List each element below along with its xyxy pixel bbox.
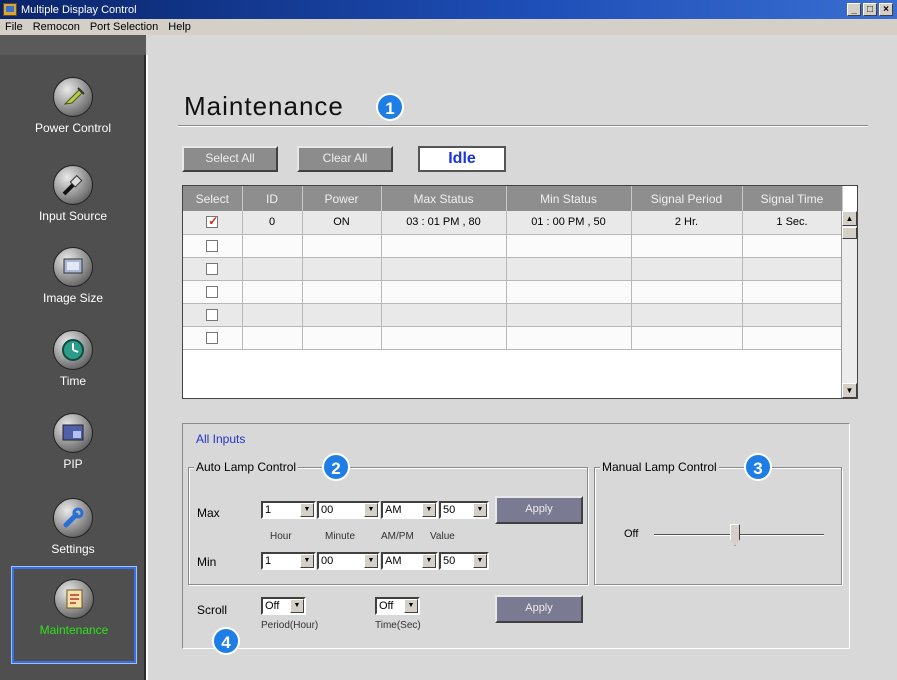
max-label: Max [197,506,220,520]
badge-1: 1 [376,93,404,121]
all-inputs-label: All Inputs [196,432,246,446]
min-minute-select[interactable]: 00 ▼ [317,552,380,570]
sidebar: Power Control Input Source Image Size Ti… [0,55,146,680]
col-select[interactable]: Select [183,186,243,211]
app-icon [3,3,17,16]
min-label: Min [197,555,217,569]
row-checkbox[interactable] [206,285,219,298]
col-id[interactable]: ID [242,186,303,211]
sidebar-item-pip[interactable]: PIP [0,413,146,471]
title-bar: Multiple Display Control _ □ × [0,0,897,19]
period-hour-sublabel: Period(Hour) [261,620,319,631]
auto-lamp-apply-button[interactable]: Apply [495,496,583,524]
main-panel: Maintenance 1 Select All Clear All Idle … [148,55,897,680]
col-power[interactable]: Power [302,186,382,211]
table-row[interactable] [183,303,843,327]
scroll-time-select[interactable]: Off ▼ [375,597,420,615]
select-all-button[interactable]: Select All [182,146,278,172]
scroll-apply-button[interactable]: Apply [495,595,583,623]
table-row[interactable] [183,280,843,304]
cell-id: 0 [242,211,303,235]
table-row[interactable] [183,257,843,281]
sidebar-item-input-source[interactable]: Input Source [0,165,146,223]
col-max-status[interactable]: Max Status [381,186,507,211]
max-hour-select[interactable]: 1 ▼ [261,501,316,519]
cell-max-status: 03 : 01 PM , 80 [381,211,507,235]
top-strip [0,35,897,55]
ampm-sublabel: AM/PM [381,531,414,542]
scroll-thumb[interactable] [842,227,857,239]
close-icon[interactable]: × [879,3,893,16]
cell-signal-period: 2 Hr. [631,211,743,235]
badge-4: 4 [212,627,240,655]
value-sublabel: Value [430,531,455,542]
badge-3: 3 [744,453,772,481]
pip-icon [53,413,93,453]
col-min-status[interactable]: Min Status [506,186,632,211]
menu-bar: File Remocon Port Selection Help [0,19,897,35]
scroll-label: Scroll [197,603,228,617]
cell-min-status: 01 : 00 PM , 50 [506,211,632,235]
display-table: Select ID Power Max Status Min Status Si… [182,185,858,399]
minimize-icon[interactable]: _ [847,3,861,16]
menu-port-selection[interactable]: Port Selection [85,21,163,33]
auto-lamp-label: Auto Lamp Control [194,460,299,474]
power-plug-icon [53,77,93,117]
time-sec-sublabel: Time(Sec) [375,620,421,631]
minute-sublabel: Minute [325,531,356,542]
min-value-select[interactable]: 50 ▼ [439,552,489,570]
window-title: Multiple Display Control [21,3,137,16]
row-checkbox[interactable] [206,331,219,344]
manual-lamp-off-label: Off [624,528,639,540]
title-divider [178,125,868,127]
window-controls: _ □ × [847,3,893,16]
min-ampm-select[interactable]: AM ▼ [381,552,438,570]
scroll-up-icon[interactable]: ▲ [842,211,857,226]
row-checkbox[interactable] [206,214,218,229]
table-row[interactable] [183,326,843,350]
max-minute-select[interactable]: 00 ▼ [317,501,380,519]
row-checkbox[interactable] [206,262,219,275]
row-checkbox[interactable] [206,308,219,321]
sidebar-item-settings[interactable]: Settings [0,498,146,556]
manual-lamp-group [594,467,842,585]
row-checkbox[interactable] [206,239,219,252]
scroll-down-icon[interactable]: ▼ [842,383,857,398]
max-ampm-select[interactable]: AM ▼ [381,501,438,519]
menu-remocon[interactable]: Remocon [28,21,85,33]
sidebar-item-image-size[interactable]: Image Size [0,247,146,305]
cell-signal-time: 1 Sec. [742,211,843,235]
status-indicator: Idle [418,146,506,172]
wrench-icon [53,498,93,538]
cable-connector-icon [53,165,93,205]
manual-lamp-label: Manual Lamp Control [600,460,719,474]
menu-file[interactable]: File [0,21,28,33]
cell-power: ON [302,211,382,235]
scroll-period-select[interactable]: Off ▼ [261,597,306,615]
table-row[interactable] [183,234,843,258]
hour-sublabel: Hour [270,531,292,542]
col-signal-time[interactable]: Signal Time [742,186,843,211]
page-title: Maintenance [184,91,344,121]
clear-all-button[interactable]: Clear All [297,146,393,172]
clock-icon [53,330,93,370]
table-row[interactable]: 0 ON 03 : 01 PM , 80 01 : 00 PM , 50 2 H… [183,211,843,235]
min-hour-select[interactable]: 1 ▼ [261,552,316,570]
maximize-icon[interactable]: □ [863,3,877,16]
table-scrollbar[interactable]: ▲ ▼ [841,211,857,398]
sidebar-item-time[interactable]: Time [0,330,146,388]
max-value-select[interactable]: 50 ▼ [439,501,489,519]
table-header: Select ID Power Max Status Min Status Si… [183,186,843,211]
badge-2: 2 [322,453,350,481]
menu-help[interactable]: Help [163,21,196,33]
notepad-icon [54,579,94,619]
sidebar-item-power-control[interactable]: Power Control [0,77,146,135]
sidebar-item-maintenance[interactable]: Maintenance [11,566,137,664]
col-signal-period[interactable]: Signal Period [631,186,743,211]
screen-size-icon [53,247,93,287]
